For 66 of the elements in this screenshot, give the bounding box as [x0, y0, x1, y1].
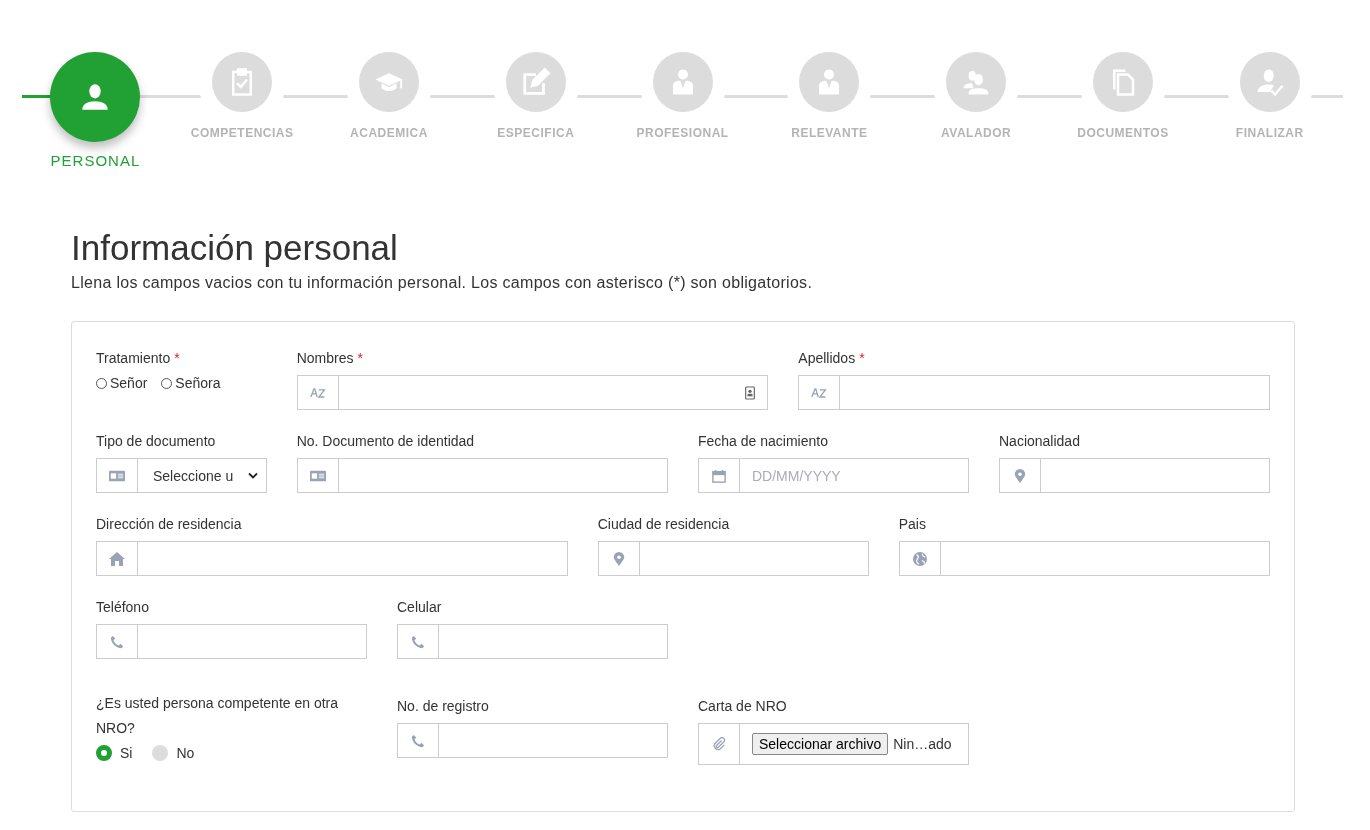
edit-icon — [520, 67, 551, 97]
id-card-icon — [309, 468, 326, 483]
field-label: Tipo de documento — [96, 432, 216, 450]
globe-icon — [911, 551, 928, 566]
text-field[interactable] — [597, 541, 869, 576]
location-pin-icon — [1012, 468, 1028, 483]
document-type-select[interactable]: Seleccione u — [96, 458, 267, 493]
date-input[interactable]: DD/MM/YYYY — [740, 459, 968, 492]
required-mark: * — [357, 349, 363, 367]
text-field[interactable]: DD/MM/YYYY — [698, 458, 969, 493]
field-label: No. Documento de identidad — [296, 432, 475, 450]
radio-option[interactable]: Señor — [96, 375, 148, 391]
text-field[interactable] — [798, 375, 1270, 410]
calendar-icon — [711, 468, 727, 483]
field-label: Nacionalidad — [999, 432, 1080, 450]
contact-card-icon — [745, 385, 756, 400]
text-field[interactable] — [397, 624, 668, 659]
chevron-down-icon — [247, 472, 258, 479]
field-label: Nombres — [296, 349, 354, 367]
text-field[interactable] — [296, 375, 769, 410]
file-status: Nin…ado — [893, 736, 952, 752]
field-label: Fecha de nacimiento — [698, 432, 828, 450]
text-field[interactable] — [296, 458, 668, 493]
field-label: Carta de NRO — [698, 697, 787, 715]
file-field[interactable]: Seleccionar archivo Nin…ado — [698, 723, 969, 765]
radio-option[interactable]: Señora — [161, 375, 221, 391]
step-label: DOCUMENTOS — [1077, 126, 1169, 140]
field-label: Apellidos — [798, 349, 856, 367]
step-label: PERSONAL — [50, 152, 141, 169]
step-label: PROFESIONAL — [636, 126, 729, 140]
text-field[interactable] — [96, 624, 367, 659]
text-field[interactable] — [397, 723, 668, 758]
paperclip-icon — [711, 737, 727, 751]
field-label: Dirección de residencia — [96, 515, 242, 533]
step-label: ACADEMICA — [350, 126, 428, 140]
step-label: AVALADOR — [941, 126, 1012, 140]
az-icon — [811, 385, 828, 400]
radio-option[interactable]: Si — [96, 745, 133, 761]
id-card-icon — [109, 468, 125, 483]
select-value: Seleccione u — [153, 467, 234, 484]
required-mark: * — [859, 349, 865, 367]
intro-text: Llena los campos vacios con tu información personal. Los campos con asterisco (*) son obligatorios. — [71, 274, 814, 292]
field-label: No. de registro — [397, 697, 489, 715]
page-heading: Información personal — [71, 227, 399, 269]
text-field[interactable] — [999, 458, 1270, 493]
field-label: ¿Es usted persona competente en otra NRO? — [96, 694, 340, 738]
field-label: Teléfono — [96, 598, 149, 616]
choose-file-button[interactable]: Seleccionar archivo — [752, 733, 889, 755]
step-label: RELEVANTE — [791, 126, 868, 140]
phone-icon — [109, 634, 125, 649]
text-field[interactable] — [96, 541, 568, 576]
field-label: Ciudad de residencia — [597, 515, 730, 533]
step-label: COMPETENCIAS — [190, 126, 294, 140]
field-label: Pais — [898, 515, 926, 533]
phone-icon — [410, 733, 426, 748]
radio-option[interactable]: No — [152, 745, 195, 761]
az-icon — [309, 385, 326, 400]
step-label: FINALIZAR — [1235, 126, 1304, 140]
phone-icon — [410, 634, 426, 649]
step-circle[interactable] — [50, 52, 141, 142]
step-label: ESPECIFICA — [497, 126, 575, 140]
field-label: Tratamiento — [96, 349, 171, 367]
field-label: Celular — [397, 598, 442, 616]
home-icon — [109, 551, 125, 566]
required-mark: * — [174, 349, 180, 367]
text-field[interactable] — [898, 541, 1270, 576]
